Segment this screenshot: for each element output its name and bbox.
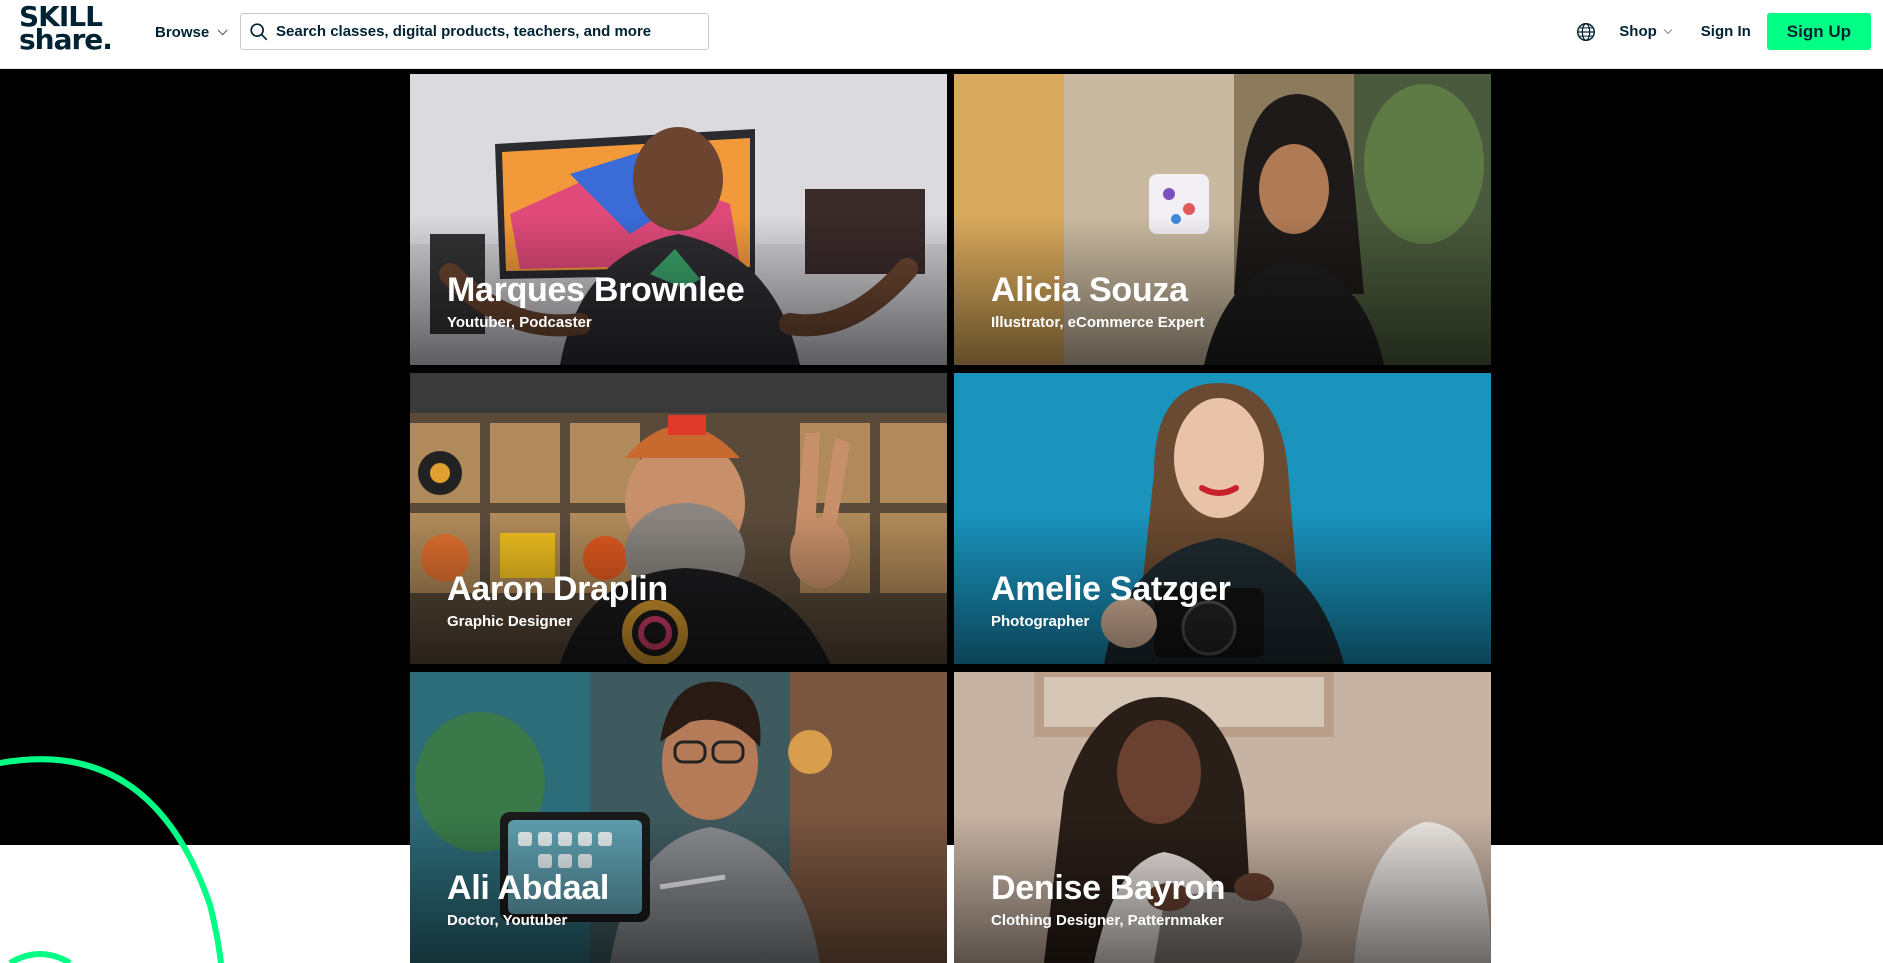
top-navigation: SKILL share. Browse Shop Sign In Sign Up (0, 0, 1883, 69)
search-icon (250, 22, 268, 40)
sign-up-button[interactable]: Sign Up (1766, 13, 1871, 50)
shop-menu-button[interactable]: Shop (1619, 23, 1673, 40)
teacher-role: Illustrator, eCommerce Expert (991, 314, 1205, 331)
sign-in-link[interactable]: Sign In (1701, 23, 1751, 40)
teacher-role: Clothing Designer, Patternmaker (991, 912, 1224, 929)
teacher-role: Doctor, Youtuber (447, 912, 568, 929)
decorative-arc (0, 756, 224, 963)
chevron-down-icon (1663, 25, 1673, 34)
teacher-card[interactable]: Amelie Satzger Photographer (954, 373, 1491, 664)
logo-line-2: share. (19, 23, 113, 56)
teacher-role: Photographer (991, 613, 1090, 630)
chevron-down-icon (217, 24, 228, 35)
teacher-card[interactable]: Denise Bayron Clothing Designer, Pattern… (954, 672, 1491, 963)
teacher-card[interactable]: Ali Abdaal Doctor, Youtuber (410, 672, 947, 963)
search-bar[interactable] (240, 13, 709, 50)
teacher-card[interactable]: Marques Brownlee Youtuber, Podcaster (410, 74, 947, 365)
teacher-card[interactable]: Alicia Souza Illustrator, eCommerce Expe… (954, 74, 1491, 365)
teacher-name: Denise Bayron (991, 869, 1226, 907)
teacher-name: Aaron Draplin (447, 570, 668, 608)
browse-menu-button[interactable]: Browse (155, 21, 228, 43)
search-input[interactable] (276, 23, 696, 40)
skillshare-logo[interactable]: SKILL share. (19, 3, 119, 61)
teacher-name: Marques Brownlee (447, 271, 745, 309)
teacher-role: Graphic Designer (447, 613, 573, 630)
teacher-name: Ali Abdaal (447, 869, 609, 907)
teacher-name: Alicia Souza (991, 271, 1188, 309)
teacher-role: Youtuber, Podcaster (447, 314, 592, 331)
teacher-grid: Marques Brownlee Youtuber, Podcaster Ali… (410, 74, 1491, 963)
teacher-name: Amelie Satzger (991, 570, 1231, 608)
right-navigation: Shop Sign In Sign Up (1575, 13, 1871, 50)
shop-label: Shop (1619, 23, 1657, 40)
teacher-card[interactable]: Aaron Draplin Graphic Designer (410, 373, 947, 664)
browse-label: Browse (155, 23, 210, 41)
globe-icon[interactable] (1575, 21, 1597, 43)
